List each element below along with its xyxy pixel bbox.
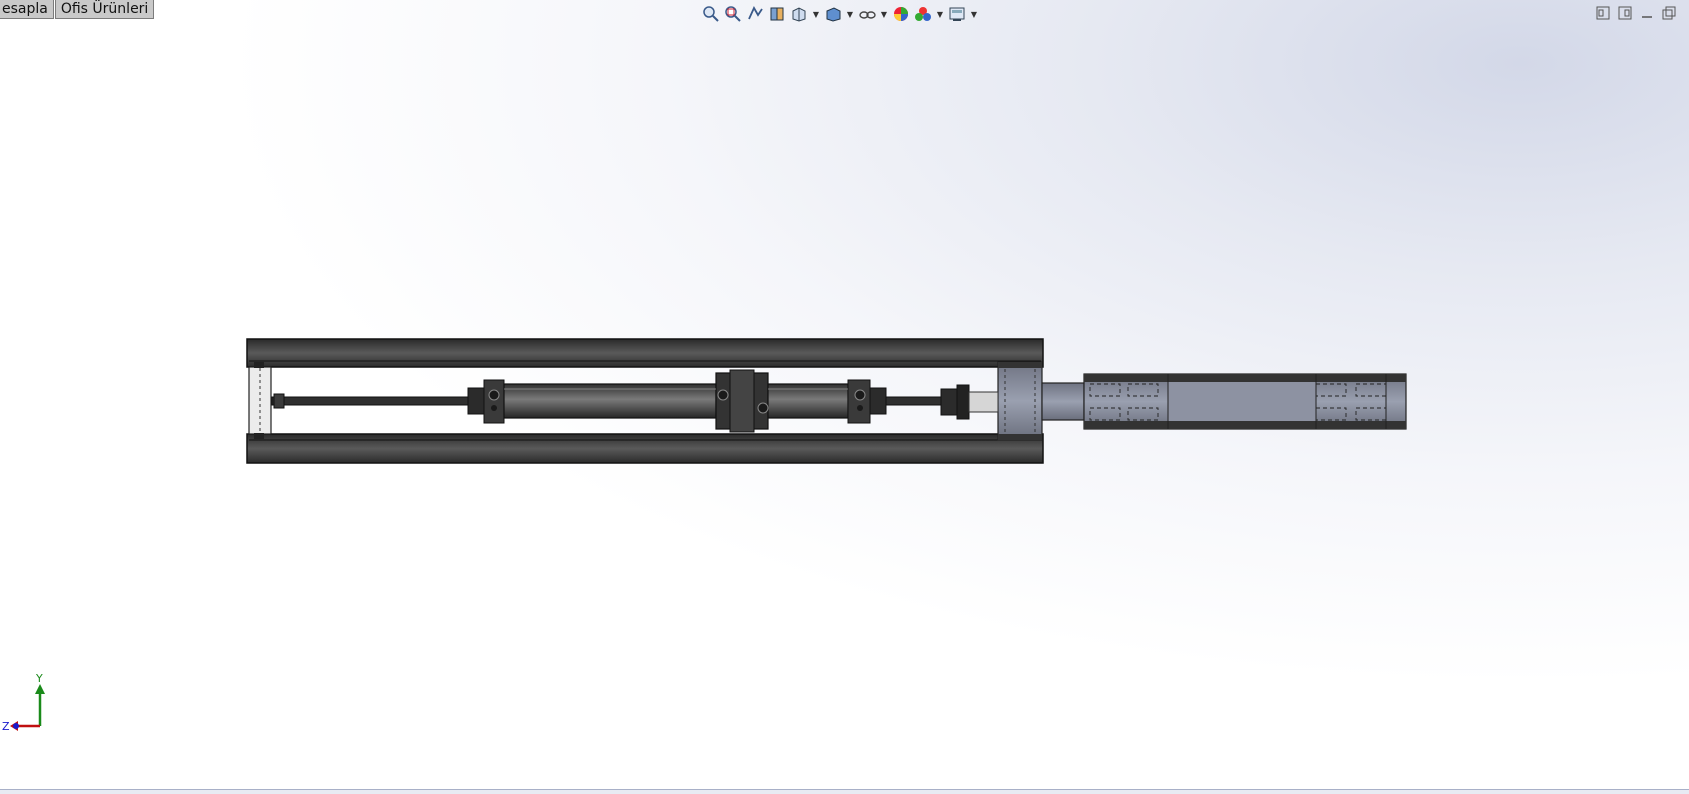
window-controls xyxy=(1595,5,1677,21)
bottom-rail[interactable] xyxy=(246,433,1044,464)
zoom-to-area-icon[interactable] xyxy=(722,3,744,25)
pneumatic-cylinder[interactable] xyxy=(467,369,887,433)
triad-y-label: Y xyxy=(35,672,43,685)
heads-up-view-toolbar: ▼ ▼ ▼ ▼ ▼ xyxy=(700,2,980,26)
reference-triad: Y Z xyxy=(2,672,52,733)
tab-hesapla[interactable]: esapla xyxy=(0,0,54,19)
apply-scene-dropdown-icon[interactable]: ▼ xyxy=(934,3,946,25)
display-style-dropdown-icon[interactable]: ▼ xyxy=(844,3,856,25)
apply-scene-icon[interactable] xyxy=(912,3,934,25)
edit-appearance-icon[interactable] xyxy=(890,3,912,25)
view-orientation-dropdown-icon[interactable]: ▼ xyxy=(810,3,822,25)
zoom-to-fit-icon[interactable] xyxy=(700,3,722,25)
view-settings-icon[interactable] xyxy=(946,3,968,25)
previous-view-icon[interactable] xyxy=(744,3,766,25)
top-rail[interactable] xyxy=(246,338,1044,368)
graphics-area[interactable] xyxy=(0,0,1689,790)
hide-show-items-icon[interactable] xyxy=(856,3,878,25)
view-settings-dropdown-icon[interactable]: ▼ xyxy=(968,3,980,25)
rod-clevis[interactable] xyxy=(940,384,999,420)
tile-vertical-icon[interactable] xyxy=(1617,5,1633,21)
viewport-bottom-border xyxy=(0,789,1689,794)
minimize-icon[interactable] xyxy=(1639,5,1655,21)
extension-plate[interactable] xyxy=(1041,373,1407,430)
model-view[interactable] xyxy=(0,0,1689,790)
hide-show-dropdown-icon[interactable]: ▼ xyxy=(878,3,890,25)
tab-ofis-urunleri[interactable]: Ofis Ürünleri xyxy=(54,0,155,19)
view-orientation-icon[interactable] xyxy=(788,3,810,25)
triad-z-label: Z xyxy=(2,720,10,732)
section-view-icon[interactable] xyxy=(766,3,788,25)
tile-horizontal-icon[interactable] xyxy=(1595,5,1611,21)
display-style-icon[interactable] xyxy=(822,3,844,25)
tab-bar: esapla Ofis Ürünleri xyxy=(0,0,155,19)
restore-icon[interactable] xyxy=(1661,5,1677,21)
